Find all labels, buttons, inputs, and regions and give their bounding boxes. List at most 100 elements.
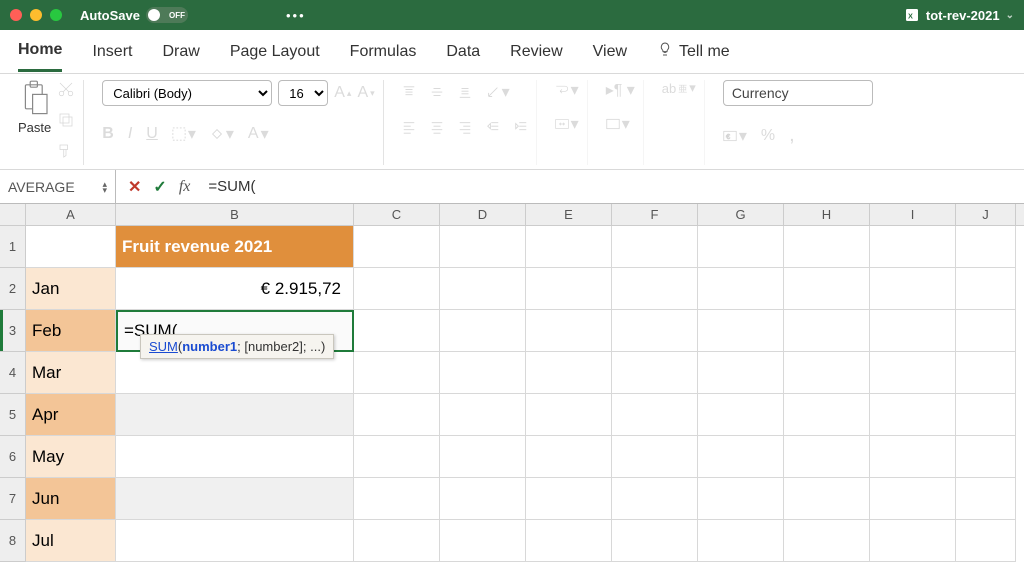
row-header-8[interactable]: 8 xyxy=(0,520,26,562)
rtl-icon[interactable]: ▾ xyxy=(606,114,630,134)
tell-me[interactable]: Tell me xyxy=(657,31,730,72)
row-header-5[interactable]: 5 xyxy=(0,394,26,436)
row-header-3[interactable]: 3 xyxy=(0,310,26,352)
cell-b8[interactable] xyxy=(116,520,354,562)
row-header-1[interactable]: 1 xyxy=(0,226,26,268)
col-header-j[interactable]: J xyxy=(956,204,1016,225)
cell-a2[interactable]: Jan xyxy=(26,268,116,310)
increase-indent-icon[interactable] xyxy=(514,120,528,134)
wrap-merge-group: ▾ ▾ xyxy=(547,80,588,165)
cell-a1[interactable] xyxy=(26,226,116,268)
file-name[interactable]: X tot-rev-2021 ⌄ xyxy=(904,7,1014,23)
grid-rows: 1 Fruit revenue 2021 2 Jan € 2.915,72 3 … xyxy=(0,226,1024,562)
col-header-i[interactable]: I xyxy=(870,204,956,225)
tab-home[interactable]: Home xyxy=(18,31,62,72)
align-right-icon[interactable] xyxy=(458,120,472,134)
font-color-button[interactable]: A ▾ xyxy=(248,124,269,144)
col-header-d[interactable]: D xyxy=(440,204,526,225)
align-top-icon[interactable] xyxy=(402,82,416,102)
col-header-h[interactable]: H xyxy=(784,204,870,225)
cell-a5[interactable]: Apr xyxy=(26,394,116,436)
cell-b5[interactable] xyxy=(116,394,354,436)
cell-b6[interactable] xyxy=(116,436,354,478)
minimize-window-button[interactable] xyxy=(30,9,42,21)
cell-a6[interactable]: May xyxy=(26,436,116,478)
cell-b1[interactable]: Fruit revenue 2021 xyxy=(116,226,354,268)
namebox-stepper-icon[interactable]: ▴▾ xyxy=(102,181,107,193)
merge-cells-icon[interactable]: ▾ xyxy=(555,114,579,134)
align-bottom-icon[interactable] xyxy=(458,82,472,102)
fx-icon[interactable]: fx xyxy=(179,178,191,196)
col-header-a[interactable]: A xyxy=(26,204,116,225)
cell-b2[interactable]: € 2.915,72 xyxy=(116,268,354,310)
col-header-g[interactable]: G xyxy=(698,204,784,225)
spreadsheet-grid: A B C D E F G H I J 1 Fruit revenue 2021… xyxy=(0,204,1024,562)
bold-button[interactable]: B xyxy=(102,124,114,144)
confirm-formula-icon[interactable]: ✓ xyxy=(153,177,166,197)
align-center-icon[interactable] xyxy=(430,120,444,134)
tab-page-layout[interactable]: Page Layout xyxy=(230,33,320,71)
tooltip-arg1: number1 xyxy=(182,339,237,354)
fill-color-button[interactable]: ▾ xyxy=(210,124,234,144)
autosave-label: AutoSave xyxy=(80,8,140,23)
svg-text:€: € xyxy=(726,134,730,141)
increase-font-icon[interactable]: A▴ xyxy=(334,84,351,102)
phonetic-guide-icon[interactable]: ab亜 ▾ xyxy=(662,80,696,96)
align-middle-icon[interactable] xyxy=(430,82,444,102)
tab-draw[interactable]: Draw xyxy=(162,33,199,71)
orientation-icon[interactable]: ▾ xyxy=(486,82,510,102)
col-header-e[interactable]: E xyxy=(526,204,612,225)
font-name-select[interactable]: Calibri (Body) xyxy=(102,80,272,106)
cell-a7[interactable]: Jun xyxy=(26,478,116,520)
row-header-4[interactable]: 4 xyxy=(0,352,26,394)
formula-tooltip[interactable]: SUM(number1; [number2]; ...) xyxy=(140,334,334,359)
row-header-7[interactable]: 7 xyxy=(0,478,26,520)
decrease-indent-icon[interactable] xyxy=(486,120,500,134)
align-left-icon[interactable] xyxy=(402,120,416,134)
tab-formulas[interactable]: Formulas xyxy=(350,33,417,71)
chevron-down-icon[interactable]: ⌄ xyxy=(1006,10,1014,21)
formula-bar: AVERAGE ▴▾ ✕ ✓ fx xyxy=(0,170,1024,204)
tab-data[interactable]: Data xyxy=(446,33,480,71)
italic-button[interactable]: I xyxy=(128,124,132,144)
toggle-switch[interactable]: OFF xyxy=(146,7,188,23)
paste-button[interactable]: Paste xyxy=(18,80,51,135)
cell-c1[interactable] xyxy=(354,226,440,268)
more-icon[interactable]: ••• xyxy=(286,8,306,23)
borders-button[interactable]: ▾ xyxy=(172,124,196,144)
row-header-6[interactable]: 6 xyxy=(0,436,26,478)
autosave-toggle[interactable]: AutoSave OFF xyxy=(80,7,188,23)
tab-view[interactable]: View xyxy=(593,33,627,71)
cell-a8[interactable]: Jul xyxy=(26,520,116,562)
alignment-group: ▾ xyxy=(394,80,537,165)
underline-button[interactable]: U xyxy=(146,124,158,144)
cancel-formula-icon[interactable]: ✕ xyxy=(128,177,141,197)
format-painter-icon[interactable] xyxy=(57,142,75,165)
cut-icon[interactable] xyxy=(57,80,75,103)
close-window-button[interactable] xyxy=(10,9,22,21)
copy-icon[interactable] xyxy=(57,111,75,134)
col-header-b[interactable]: B xyxy=(116,204,354,225)
formula-input[interactable] xyxy=(202,170,1024,203)
cell-a3[interactable]: Feb xyxy=(26,310,116,352)
font-size-select[interactable]: 16 xyxy=(278,80,328,106)
tab-insert[interactable]: Insert xyxy=(92,33,132,71)
percent-format-icon[interactable]: % xyxy=(761,124,775,147)
accounting-format-icon[interactable]: €▾ xyxy=(723,124,747,147)
cell-b7[interactable] xyxy=(116,478,354,520)
decrease-font-icon[interactable]: A▾ xyxy=(357,84,374,102)
wrap-text-icon[interactable]: ▾ xyxy=(555,80,579,100)
tooltip-fn-link[interactable]: SUM xyxy=(149,339,178,354)
name-box[interactable]: AVERAGE ▴▾ xyxy=(0,170,116,203)
row-header-2[interactable]: 2 xyxy=(0,268,26,310)
ltr-icon[interactable]: ▸¶ ▾ xyxy=(606,80,635,100)
select-all-corner[interactable] xyxy=(0,204,26,225)
col-header-f[interactable]: F xyxy=(612,204,698,225)
fullscreen-window-button[interactable] xyxy=(50,9,62,21)
number-format-select[interactable] xyxy=(723,80,873,106)
cell-a4[interactable]: Mar xyxy=(26,352,116,394)
comma-format-icon[interactable]: , xyxy=(789,124,795,147)
tab-review[interactable]: Review xyxy=(510,33,562,71)
col-header-c[interactable]: C xyxy=(354,204,440,225)
quick-access-toolbar: ••• xyxy=(206,8,306,23)
